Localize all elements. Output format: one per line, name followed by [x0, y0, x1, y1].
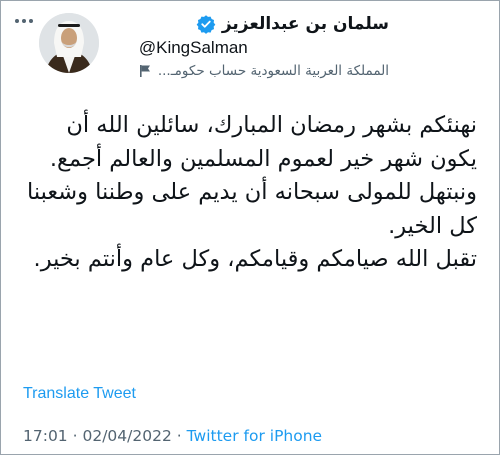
tweet-paragraph: ونبتهل للمولى سبحانه أن يديم على وطننا و… — [19, 179, 477, 239]
user-handle[interactable]: @KingSalman — [139, 38, 389, 58]
more-dot — [29, 19, 33, 23]
tweet-card: سلمان بن عبدالعزيز @KingSalman المملكة ا… — [0, 0, 500, 455]
affiliation-label: المملكة العربية السعودية حساب حكومـ... — [157, 63, 389, 79]
meta-separator: · — [176, 427, 182, 445]
display-name[interactable]: سلمان بن عبدالعزيز — [222, 14, 389, 34]
verified-badge-icon — [196, 15, 216, 34]
display-name-row[interactable]: سلمان بن عبدالعزيز — [139, 13, 389, 35]
avatar-image — [39, 13, 99, 73]
tweet-header: سلمان بن عبدالعزيز @KingSalman المملكة ا… — [139, 13, 389, 79]
affiliation-row: المملكة العربية السعودية حساب حكومـ... — [139, 63, 389, 79]
meta-separator: · — [72, 427, 78, 445]
more-dot — [22, 19, 26, 23]
tweet-paragraph: تقبل الله صيامكم وقيامكم، وكل عام وأنتم … — [33, 246, 477, 272]
tweet-body: نهنئكم بشهر رمضان المبارك، سائلين الله أ… — [17, 109, 477, 277]
tweet-paragraph: نهنئكم بشهر رمضان المبارك، سائلين الله أ… — [49, 112, 477, 172]
flag-icon — [139, 65, 150, 77]
avatar[interactable] — [39, 13, 99, 73]
more-dot — [15, 19, 19, 23]
tweet-date[interactable]: 02/04/2022 — [82, 427, 171, 445]
tweet-source-link[interactable]: Twitter for iPhone — [187, 427, 322, 445]
tweet-time[interactable]: 17:01 — [23, 427, 68, 445]
more-options-button[interactable] — [15, 13, 45, 29]
translate-tweet-link[interactable]: Translate Tweet — [23, 385, 136, 403]
tweet-meta: 17:01 · 02/04/2022 · Twitter for iPhone — [23, 427, 322, 445]
